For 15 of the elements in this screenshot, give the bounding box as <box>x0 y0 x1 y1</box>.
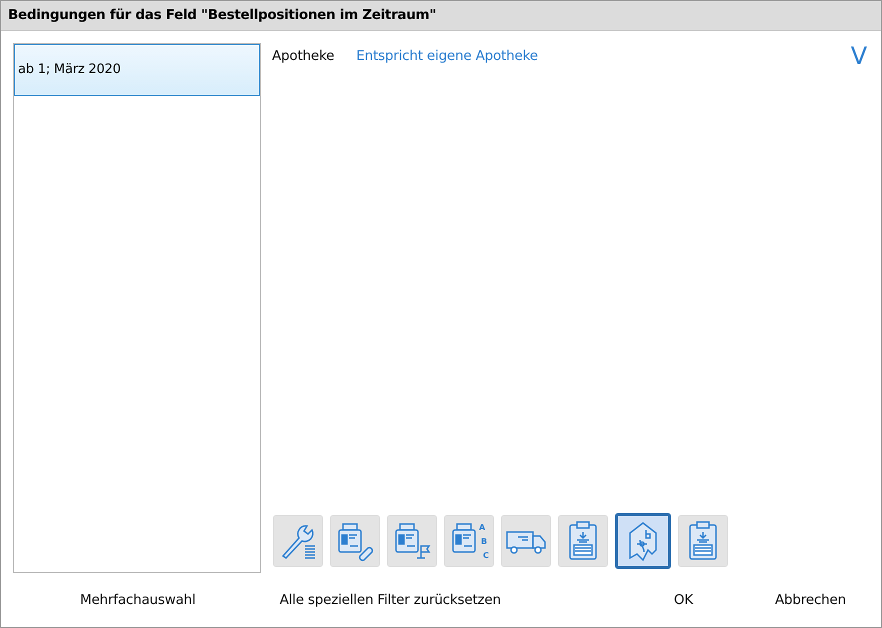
dialog-button[interactable]: Mehrfachauswahl <box>80 592 196 608</box>
wrench-button[interactable] <box>273 515 323 567</box>
condition-value-link[interactable]: Entspricht eigene Apotheke <box>356 48 538 64</box>
dialog-button[interactable]: Alle speziellen Filter zurücksetzen <box>280 592 501 608</box>
bottle-flag-button[interactable] <box>387 515 437 567</box>
window-title: Bedingungen für das Feld "Bestellpositionen im Zeitraum" <box>1 1 881 31</box>
dialog-button[interactable]: Abbrechen <box>775 592 846 608</box>
list-item[interactable]: ab 1; März 2020 <box>14 44 260 96</box>
truck-button[interactable] <box>501 515 551 567</box>
clipboard-button[interactable] <box>558 515 608 567</box>
dialog-button[interactable]: OK <box>674 592 694 608</box>
clipboard-button[interactable] <box>678 515 728 567</box>
bottle-pill-button[interactable] <box>330 515 380 567</box>
condition-label: Apotheke <box>272 48 334 64</box>
toggle-button[interactable]: V <box>850 43 869 69</box>
